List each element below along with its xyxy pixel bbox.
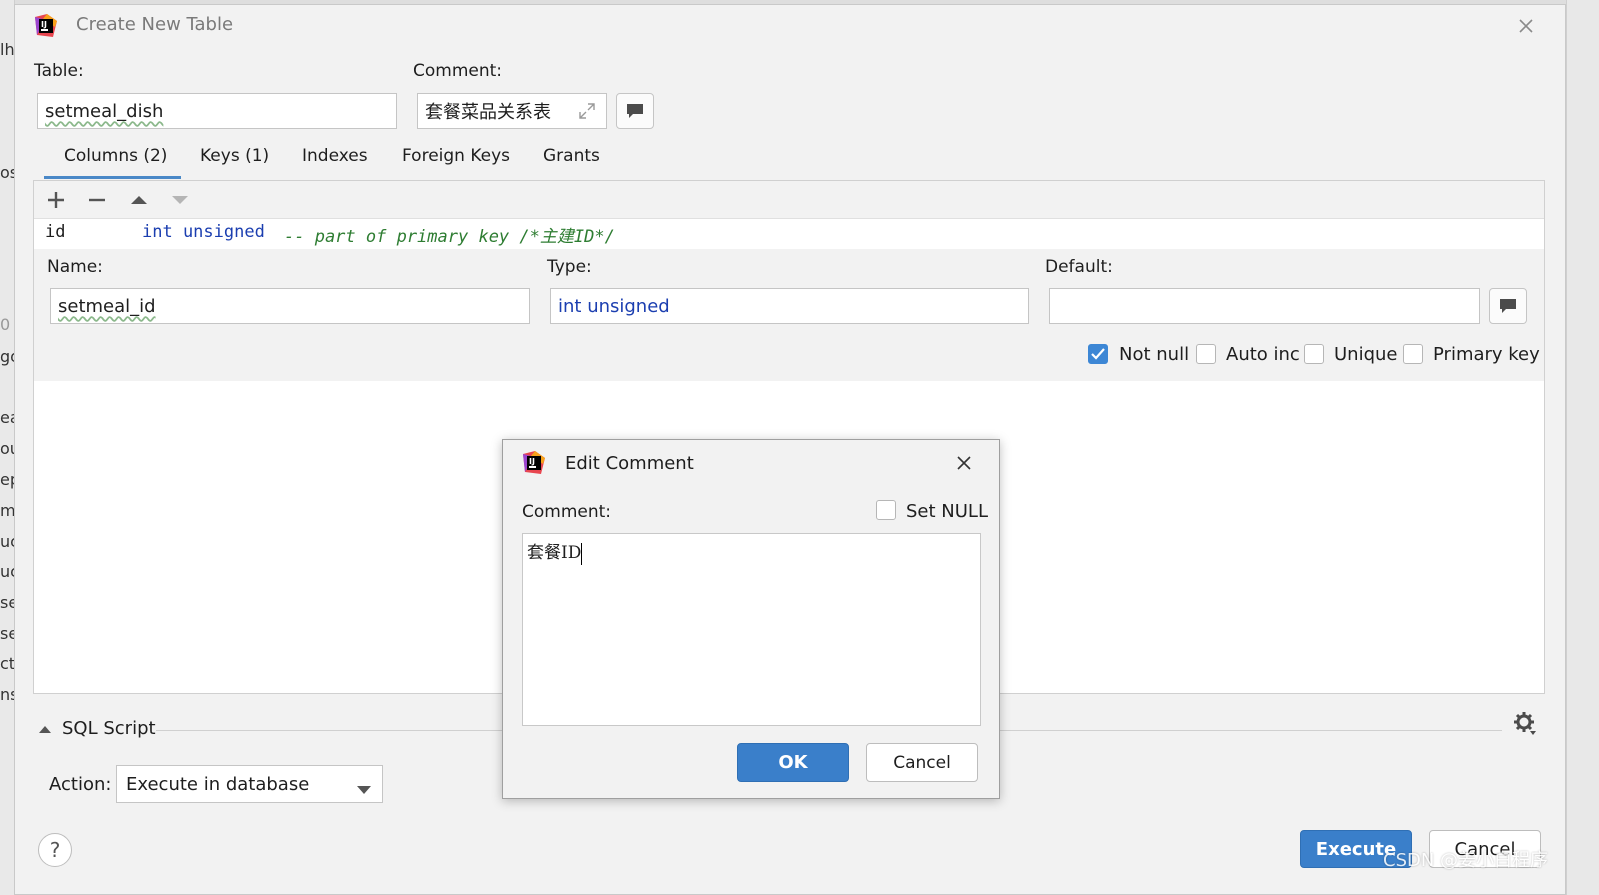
jetbrains-logo-icon: IJ xyxy=(521,450,547,476)
comment-textarea[interactable]: 套餐ID xyxy=(522,533,981,726)
auto-inc-checkbox[interactable] xyxy=(1196,344,1216,364)
comment-icon xyxy=(1500,299,1516,313)
action-label: Action: xyxy=(49,774,112,795)
dropdown-arrow-icon[interactable] xyxy=(356,780,372,794)
column-comment-button[interactable] xyxy=(1489,288,1527,324)
action-select[interactable]: Execute in database xyxy=(116,765,383,803)
edit-comment-button[interactable] xyxy=(616,93,654,129)
sql-script-label[interactable]: SQL Script xyxy=(62,718,156,739)
edit-comment-title: Edit Comment xyxy=(565,453,694,474)
background-text: se xyxy=(0,624,14,643)
move-down-icon xyxy=(170,190,190,210)
tab-keys[interactable]: Keys (1) xyxy=(200,146,269,166)
jetbrains-logo-icon: IJ xyxy=(33,13,59,39)
table-label: Table: xyxy=(34,61,84,81)
watermark: CSDN @姜小白程序 xyxy=(1383,850,1549,871)
background-text: uc xyxy=(0,532,14,551)
table-comment-value: 套餐菜品关系表 xyxy=(425,102,551,123)
column-name: id xyxy=(45,222,66,242)
tab-grants[interactable]: Grants xyxy=(543,146,600,166)
column-name-input[interactable]: setmeal_id xyxy=(50,288,530,324)
background-ide-strip: lh os 0 go ea ou ep mp uc uc se se ct ns xyxy=(0,0,15,895)
tab-columns[interactable]: Columns (2) xyxy=(64,146,167,166)
background-text: lh xyxy=(0,40,15,59)
background-text: ep xyxy=(0,470,14,489)
move-up-icon[interactable] xyxy=(129,190,149,210)
background-text: ns xyxy=(0,685,14,704)
ok-button-label: OK xyxy=(778,752,808,773)
remove-icon[interactable] xyxy=(87,190,107,210)
set-null-label: Set NULL xyxy=(906,501,988,522)
close-icon[interactable] xyxy=(1515,15,1537,37)
background-text: ou xyxy=(0,439,14,458)
text-caret xyxy=(581,542,583,565)
collapse-arrow-icon[interactable] xyxy=(37,721,53,735)
ok-button[interactable]: OK xyxy=(737,743,849,782)
column-type: int unsigned xyxy=(142,222,265,242)
modal-cancel-button[interactable]: Cancel xyxy=(866,743,978,782)
background-text: 0 xyxy=(0,315,11,334)
columns-toolbar xyxy=(34,181,1544,219)
checkmark-icon xyxy=(1091,348,1105,360)
set-null-checkbox[interactable] xyxy=(876,500,896,520)
add-icon[interactable] xyxy=(46,190,66,210)
help-icon[interactable]: ? xyxy=(38,833,72,867)
background-right-strip xyxy=(1566,0,1599,895)
primary-key-label: Primary key xyxy=(1433,344,1540,365)
column-type-input[interactable]: int unsigned xyxy=(550,288,1029,324)
help-glyph: ? xyxy=(49,838,61,862)
auto-inc-label: Auto inc xyxy=(1226,344,1300,365)
modal-cancel-button-label: Cancel xyxy=(893,752,951,773)
background-text: uc xyxy=(0,562,14,581)
background-text: se xyxy=(0,593,14,612)
column-row-id[interactable]: id int unsigned -- part of primary key /… xyxy=(34,219,1544,249)
column-default-input[interactable] xyxy=(1049,288,1480,324)
column-type-value: int unsigned xyxy=(558,295,670,317)
svg-text:IJ: IJ xyxy=(529,457,535,466)
background-text: ct xyxy=(0,654,15,673)
active-tab-indicator xyxy=(44,176,181,179)
svg-text:IJ: IJ xyxy=(41,20,47,29)
not-null-label: Not null xyxy=(1119,344,1190,365)
table-name-value: setmeal_dish xyxy=(45,100,164,122)
unique-checkbox[interactable] xyxy=(1304,344,1324,364)
background-text: ea xyxy=(0,408,14,427)
default-label: Default: xyxy=(1045,257,1113,277)
unique-label: Unique xyxy=(1334,344,1398,365)
comment-icon xyxy=(627,104,643,118)
close-icon[interactable] xyxy=(953,452,975,474)
action-select-value: Execute in database xyxy=(126,773,310,795)
comment-text: 套餐ID xyxy=(527,543,582,563)
column-comment: -- part of primary key /*主建ID*/ xyxy=(284,227,615,247)
type-label: Type: xyxy=(547,257,592,277)
expand-icon[interactable] xyxy=(577,101,597,121)
dialog-title: Create New Table xyxy=(76,14,234,35)
tab-indexes[interactable]: Indexes xyxy=(302,146,368,166)
background-text: go xyxy=(0,347,14,366)
edit-comment-label: Comment: xyxy=(522,502,612,522)
column-name-value: setmeal_id xyxy=(58,295,156,317)
background-text: mp xyxy=(0,501,15,520)
comment-label: Comment: xyxy=(413,61,503,81)
name-label: Name: xyxy=(47,257,103,277)
primary-key-checkbox[interactable] xyxy=(1403,344,1423,364)
background-text: os xyxy=(0,163,14,182)
gear-icon[interactable] xyxy=(1512,710,1538,736)
not-null-checkbox[interactable] xyxy=(1088,344,1108,364)
edit-comment-dialog: IJ Edit Comment Comment: Set NULL 套餐ID O… xyxy=(502,439,1000,799)
table-name-input[interactable]: setmeal_dish xyxy=(37,93,397,129)
tab-foreign-keys[interactable]: Foreign Keys xyxy=(402,146,510,166)
